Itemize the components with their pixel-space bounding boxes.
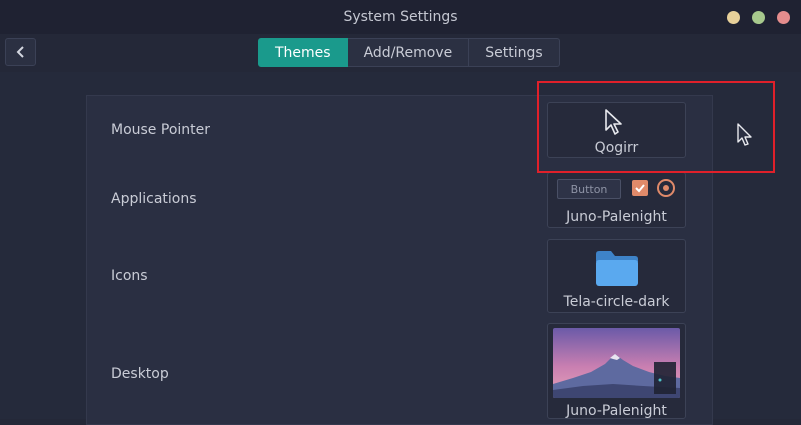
back-button[interactable] [5, 38, 36, 66]
mouse-cursor-icon [737, 123, 752, 146]
desktop-theme-name: Juno-Palenight [566, 403, 667, 419]
chevron-left-icon [16, 46, 24, 58]
window-title: System Settings [343, 9, 458, 25]
wallpaper-preview [553, 328, 680, 398]
tab-themes[interactable]: Themes [258, 38, 348, 67]
mountain-wallpaper-image [553, 328, 680, 398]
preview-radio [657, 179, 675, 197]
icons-theme-button[interactable]: Tela-circle-dark [547, 239, 686, 313]
preview-checkbox [632, 180, 648, 196]
close-button[interactable] [777, 11, 790, 24]
preview-button: Button [557, 179, 621, 199]
tab-bar: Themes Add/Remove Settings [258, 38, 560, 67]
maximize-button[interactable] [752, 11, 765, 24]
row-label-desktop: Desktop [111, 366, 169, 382]
row-label-mouse-pointer: Mouse Pointer [111, 122, 211, 138]
folder-icon [596, 251, 638, 286]
row-label-icons: Icons [111, 268, 148, 284]
row-label-applications: Applications [111, 191, 197, 207]
tab-add-remove[interactable]: Add/Remove [347, 38, 470, 67]
checkmark-icon [635, 184, 645, 193]
icons-theme-name: Tela-circle-dark [563, 294, 670, 310]
tab-settings[interactable]: Settings [469, 38, 560, 67]
applications-theme-name: Juno-Palenight [566, 209, 667, 225]
minimize-button[interactable] [727, 11, 740, 24]
